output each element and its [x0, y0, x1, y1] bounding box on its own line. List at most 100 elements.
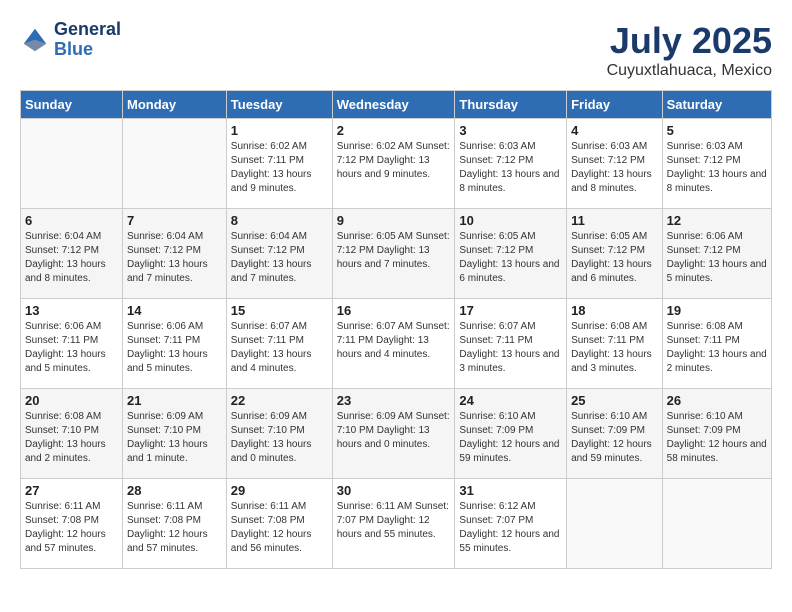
calendar-cell: 20 Sunrise: 6:08 AM Sunset: 7:10 PM Dayli… [21, 389, 123, 479]
day-detail: Sunrise: 6:03 AM Sunset: 7:12 PM Dayligh… [571, 140, 658, 196]
day-number: 21 [127, 393, 222, 408]
calendar-cell: 15 Sunrise: 6:07 AM Sunset: 7:11 PM Dayli… [226, 299, 332, 389]
calendar-cell: 5 Sunrise: 6:03 AM Sunset: 7:12 PM Daylig… [662, 119, 771, 209]
day-detail: Sunrise: 6:11 AM Sunset: 7:08 PM Dayligh… [127, 500, 222, 556]
calendar-cell: 4Sunrise: 6:03 AM Sunset: 7:12 PM Daylig… [567, 119, 663, 209]
calendar-cell [123, 119, 227, 209]
day-detail: Sunrise: 6:11 AM Sunset: 7:08 PM Dayligh… [25, 500, 118, 556]
calendar-cell: 23Sunrise: 6:09 AM Sunset: 7:10 PM Dayli… [332, 389, 455, 479]
logo: General Blue [20, 20, 121, 60]
calendar-cell: 6Sunrise: 6:04 AM Sunset: 7:12 PM Daylig… [21, 209, 123, 299]
calendar-cell: 2Sunrise: 6:02 AM Sunset: 7:12 PM Daylig… [332, 119, 455, 209]
calendar-cell [662, 479, 771, 569]
day-detail: Sunrise: 6:08 AM Sunset: 7:11 PM Dayligh… [571, 320, 658, 376]
calendar-cell: 9 Sunrise: 6:05 AM Sunset: 7:12 PM Daylig… [332, 209, 455, 299]
day-detail: Sunrise: 6:02 AM Sunset: 7:11 PM Dayligh… [231, 140, 328, 196]
day-number: 11 [571, 213, 658, 228]
calendar-week-row: 27 Sunrise: 6:11 AM Sunset: 7:08 PM Dayli… [21, 479, 772, 569]
day-number: 27 [25, 483, 118, 498]
day-number: 29 [231, 483, 328, 498]
calendar-cell: 3 Sunrise: 6:03 AM Sunset: 7:12 PM Daylig… [455, 119, 567, 209]
day-detail: Sunrise: 6:03 AM Sunset: 7:12 PM Dayligh… [459, 140, 562, 196]
day-number: 23 [337, 393, 451, 408]
calendar-cell: 28Sunrise: 6:11 AM Sunset: 7:08 PM Dayli… [123, 479, 227, 569]
calendar-cell: 25 Sunrise: 6:10 AM Sunset: 7:09 PM Dayli… [567, 389, 663, 479]
day-detail: Sunrise: 6:06 AM Sunset: 7:11 PM Dayligh… [127, 320, 222, 376]
calendar-cell: 13 Sunrise: 6:06 AM Sunset: 7:11 PM Dayli… [21, 299, 123, 389]
calendar-cell: 30 Sunrise: 6:11 AM Sunset: 7:07 PM Dayli… [332, 479, 455, 569]
day-detail: Sunrise: 6:05 AM Sunset: 7:12 PM Dayligh… [459, 230, 562, 286]
calendar-cell: 27 Sunrise: 6:11 AM Sunset: 7:08 PM Dayli… [21, 479, 123, 569]
calendar-cell: 14 Sunrise: 6:06 AM Sunset: 7:11 PM Dayli… [123, 299, 227, 389]
day-detail: Sunrise: 6:11 AM Sunset: 7:07 PM Dayligh… [337, 500, 451, 542]
calendar-cell: 29 Sunrise: 6:11 AM Sunset: 7:08 PM Dayli… [226, 479, 332, 569]
day-detail: Sunrise: 6:09 AM Sunset: 7:10 PM Dayligh… [231, 410, 328, 466]
logo-text-line2: Blue [54, 40, 121, 60]
day-of-week-header: Saturday [662, 91, 771, 119]
day-number: 25 [571, 393, 658, 408]
calendar-cell: 7Sunrise: 6:04 AM Sunset: 7:12 PM Daylig… [123, 209, 227, 299]
day-detail: Sunrise: 6:07 AM Sunset: 7:11 PM Dayligh… [337, 320, 451, 362]
calendar-cell: 19Sunrise: 6:08 AM Sunset: 7:11 PM Dayli… [662, 299, 771, 389]
day-of-week-header: Monday [123, 91, 227, 119]
page-header: General Blue July 2025 Cuyuxtlahuaca, Me… [20, 20, 772, 80]
calendar-cell: 24 Sunrise: 6:10 AM Sunset: 7:09 PM Dayli… [455, 389, 567, 479]
day-detail: Sunrise: 6:08 AM Sunset: 7:10 PM Dayligh… [25, 410, 118, 466]
calendar-cell: 21Sunrise: 6:09 AM Sunset: 7:10 PM Dayli… [123, 389, 227, 479]
calendar-cell: 8Sunrise: 6:04 AM Sunset: 7:12 PM Daylig… [226, 209, 332, 299]
day-detail: Sunrise: 6:05 AM Sunset: 7:12 PM Dayligh… [337, 230, 451, 272]
day-number: 14 [127, 303, 222, 318]
calendar-week-row: 6 Sunrise: 6:04 AM Sunset: 7:12 PM Daylig… [21, 209, 772, 299]
day-number: 22 [231, 393, 328, 408]
calendar-cell: 18 Sunrise: 6:08 AM Sunset: 7:11 PM Dayli… [567, 299, 663, 389]
day-number: 3 [459, 123, 562, 138]
calendar-cell: 12 Sunrise: 6:06 AM Sunset: 7:12 PM Dayli… [662, 209, 771, 299]
day-of-week-header: Wednesday [332, 91, 455, 119]
day-of-week-header: Tuesday [226, 91, 332, 119]
day-number: 26 [667, 393, 767, 408]
day-number: 12 [667, 213, 767, 228]
calendar-cell [21, 119, 123, 209]
day-detail: Sunrise: 6:07 AM Sunset: 7:11 PM Dayligh… [459, 320, 562, 376]
calendar-header-row: SundayMondayTuesdayWednesdayThursdayFrid… [21, 91, 772, 119]
day-number: 19 [667, 303, 767, 318]
calendar-cell: 17Sunrise: 6:07 AM Sunset: 7:11 PM Dayli… [455, 299, 567, 389]
calendar-week-row: 13 Sunrise: 6:06 AM Sunset: 7:11 PM Dayli… [21, 299, 772, 389]
day-detail: Sunrise: 6:10 AM Sunset: 7:09 PM Dayligh… [667, 410, 767, 466]
day-detail: Sunrise: 6:07 AM Sunset: 7:11 PM Dayligh… [231, 320, 328, 376]
calendar-cell: 22 Sunrise: 6:09 AM Sunset: 7:10 PM Dayli… [226, 389, 332, 479]
logo-icon [20, 25, 50, 55]
calendar-cell: 26 Sunrise: 6:10 AM Sunset: 7:09 PM Dayli… [662, 389, 771, 479]
day-of-week-header: Sunday [21, 91, 123, 119]
calendar-table: SundayMondayTuesdayWednesdayThursdayFrid… [20, 90, 772, 569]
calendar-cell: 31Sunrise: 6:12 AM Sunset: 7:07 PM Dayli… [455, 479, 567, 569]
day-number: 15 [231, 303, 328, 318]
day-number: 31 [459, 483, 562, 498]
day-number: 20 [25, 393, 118, 408]
day-detail: Sunrise: 6:04 AM Sunset: 7:12 PM Dayligh… [231, 230, 328, 286]
day-detail: Sunrise: 6:03 AM Sunset: 7:12 PM Dayligh… [667, 140, 767, 196]
calendar-cell: 16 Sunrise: 6:07 AM Sunset: 7:11 PM Dayli… [332, 299, 455, 389]
day-number: 9 [337, 213, 451, 228]
day-number: 24 [459, 393, 562, 408]
day-number: 13 [25, 303, 118, 318]
day-number: 6 [25, 213, 118, 228]
location: Cuyuxtlahuaca, Mexico [607, 62, 772, 80]
title-block: July 2025 Cuyuxtlahuaca, Mexico [607, 20, 772, 80]
day-number: 7 [127, 213, 222, 228]
day-detail: Sunrise: 6:11 AM Sunset: 7:08 PM Dayligh… [231, 500, 328, 556]
calendar-week-row: 20 Sunrise: 6:08 AM Sunset: 7:10 PM Dayli… [21, 389, 772, 479]
day-number: 30 [337, 483, 451, 498]
day-number: 16 [337, 303, 451, 318]
day-number: 18 [571, 303, 658, 318]
day-detail: Sunrise: 6:10 AM Sunset: 7:09 PM Dayligh… [459, 410, 562, 466]
day-of-week-header: Friday [567, 91, 663, 119]
day-number: 10 [459, 213, 562, 228]
day-detail: Sunrise: 6:02 AM Sunset: 7:12 PM Dayligh… [337, 140, 451, 182]
day-detail: Sunrise: 6:10 AM Sunset: 7:09 PM Dayligh… [571, 410, 658, 466]
day-number: 1 [231, 123, 328, 138]
day-number: 5 [667, 123, 767, 138]
day-detail: Sunrise: 6:06 AM Sunset: 7:11 PM Dayligh… [25, 320, 118, 376]
day-detail: Sunrise: 6:06 AM Sunset: 7:12 PM Dayligh… [667, 230, 767, 286]
day-of-week-header: Thursday [455, 91, 567, 119]
